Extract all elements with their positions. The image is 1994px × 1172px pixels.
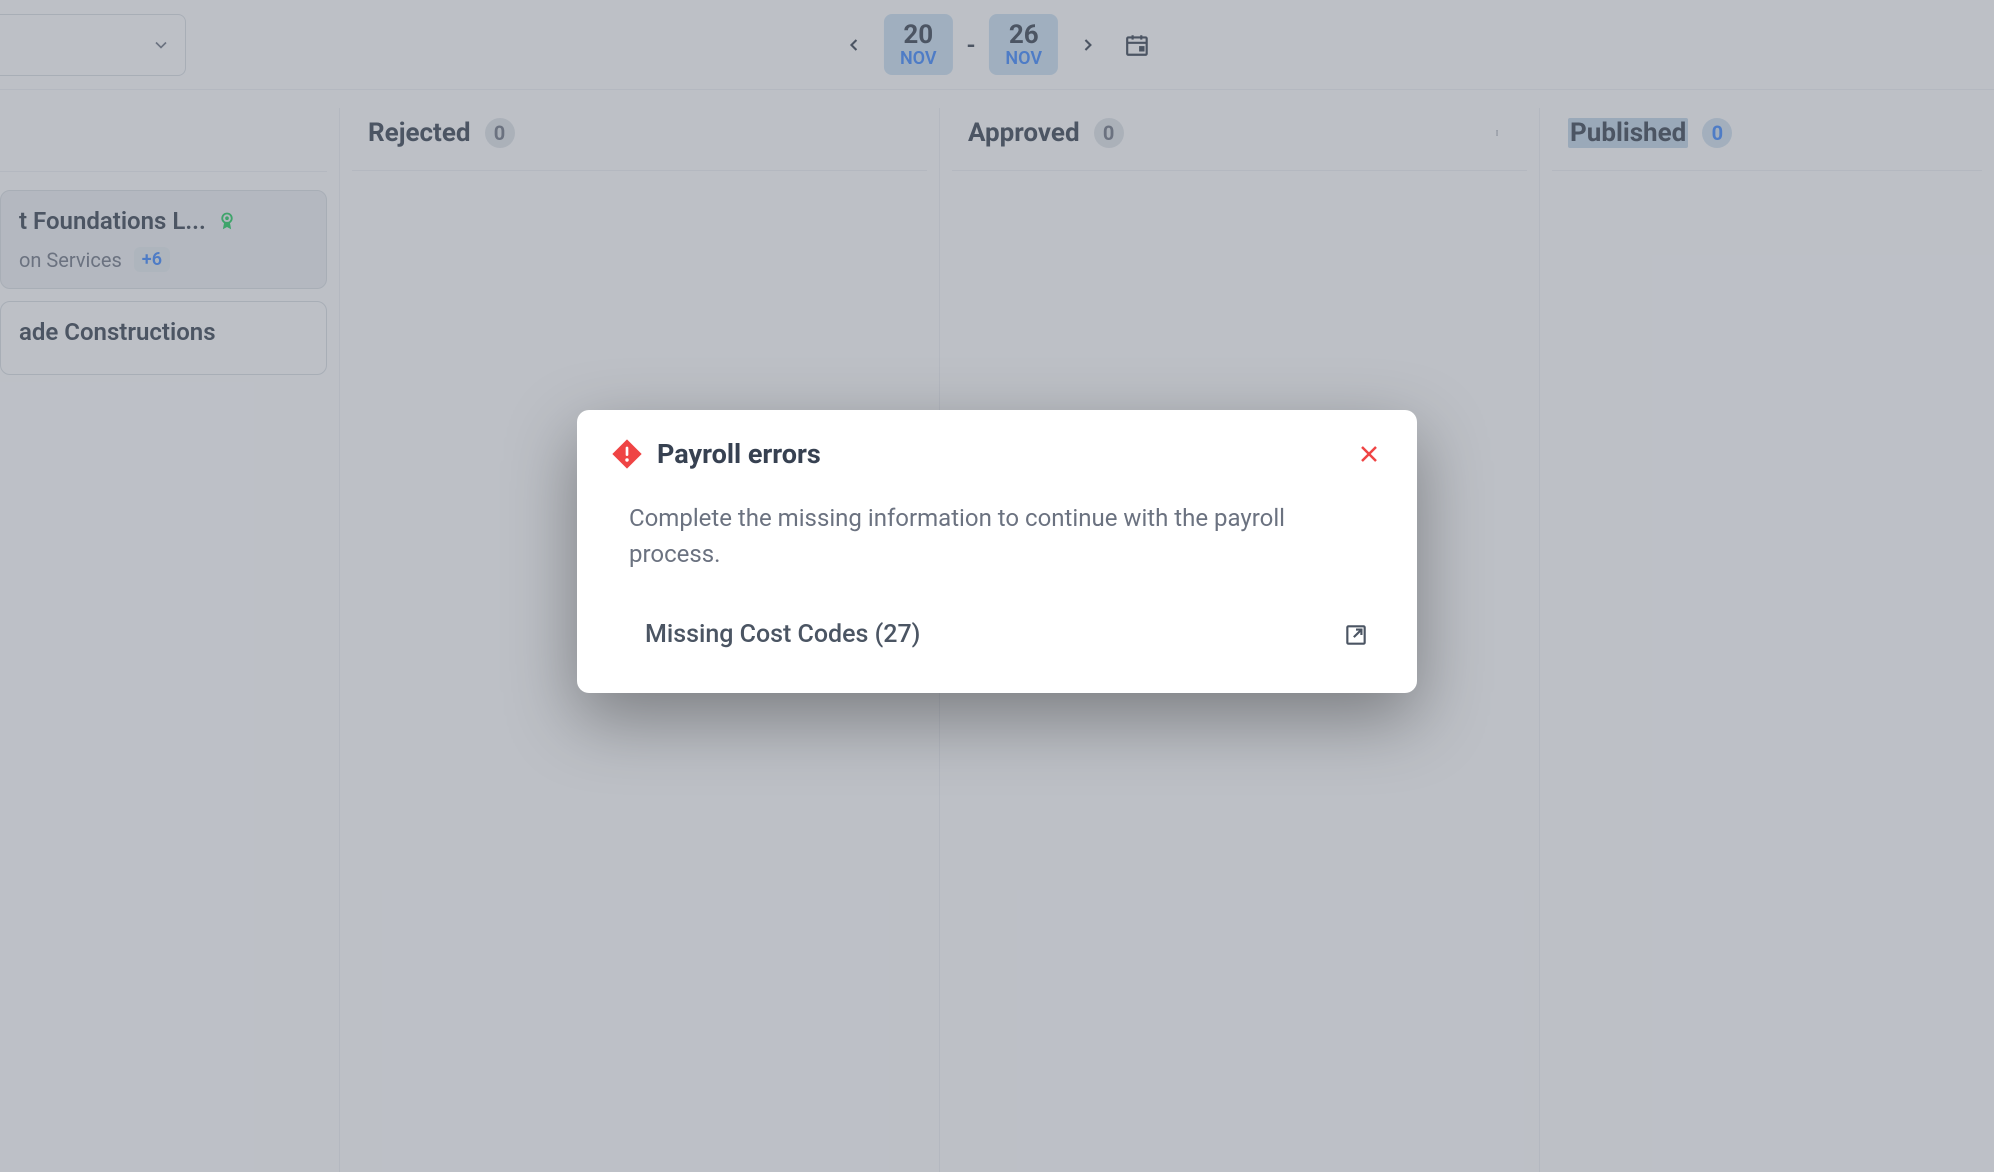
modal-title: Payroll errors — [657, 438, 821, 470]
payroll-errors-modal: Payroll errors Complete the missing info… — [577, 410, 1417, 693]
modal-description: Complete the missing information to cont… — [611, 500, 1383, 572]
external-link-icon — [1343, 622, 1369, 648]
warning-icon — [611, 438, 643, 470]
close-button[interactable] — [1355, 440, 1383, 468]
modal-overlay[interactable]: Payroll errors Complete the missing info… — [0, 0, 1994, 1172]
error-label: Missing Cost Codes (27) — [645, 620, 920, 649]
error-item[interactable]: Missing Cost Codes (27) — [611, 612, 1383, 657]
